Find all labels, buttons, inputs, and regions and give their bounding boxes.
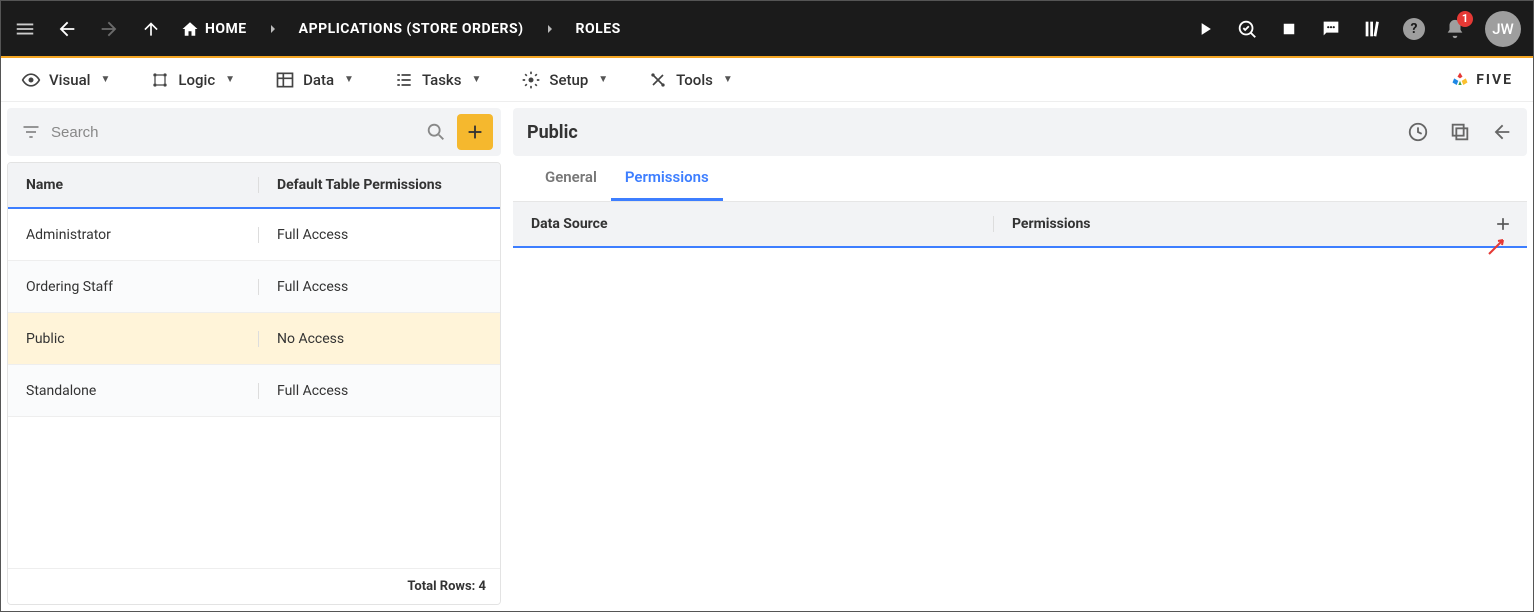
library-icon[interactable]	[1361, 17, 1385, 41]
grid-col-perm[interactable]: Default Table Permissions	[258, 177, 500, 193]
menu-tasks[interactable]: Tasks▼	[394, 70, 481, 90]
breadcrumb-roles[interactable]: ROLES	[576, 21, 621, 37]
menu-tools[interactable]: Tools▼	[648, 70, 733, 90]
grid-col-name[interactable]: Name	[8, 177, 258, 193]
menu-tools-label: Tools	[676, 71, 713, 89]
grid-body: AdministratorFull AccessOrdering StaffFu…	[8, 209, 500, 568]
row-name: Ordering Staff	[8, 279, 258, 295]
help-icon[interactable]: ?	[1403, 18, 1425, 40]
perm-col-datasource[interactable]: Data Source	[513, 216, 993, 232]
left-pane: Name Default Table Permissions Administr…	[1, 102, 507, 611]
grid-row[interactable]: PublicNo Access	[8, 313, 500, 365]
search-icon[interactable]	[425, 121, 447, 143]
perm-col-permissions[interactable]: Permissions	[993, 216, 1527, 232]
breadcrumb-roles-label: ROLES	[576, 21, 621, 37]
brand-label: FIVE	[1476, 72, 1513, 88]
permissions-header: Data Source Permissions	[513, 202, 1527, 248]
back-icon[interactable]	[55, 17, 79, 41]
detail-title: Public	[527, 122, 1393, 143]
detail-tabs: General Permissions	[513, 156, 1527, 202]
tab-permissions[interactable]: Permissions	[611, 156, 723, 201]
stop-icon[interactable]	[1277, 17, 1301, 41]
chevron-right-icon	[265, 21, 281, 37]
row-name: Public	[8, 331, 258, 347]
row-perm: Full Access	[258, 227, 500, 243]
right-pane: Public General Permissions Data Source P…	[507, 102, 1533, 611]
row-perm: Full Access	[258, 279, 500, 295]
menu-logic[interactable]: Logic▼	[150, 70, 235, 90]
breadcrumb: HOME APPLICATIONS (STORE ORDERS) ROLES	[181, 20, 621, 38]
grid-row[interactable]: Ordering StaffFull Access	[8, 261, 500, 313]
menu-logic-label: Logic	[178, 71, 215, 89]
menu-setup[interactable]: Setup▼	[521, 70, 608, 90]
main-split: Name Default Table Permissions Administr…	[1, 102, 1533, 611]
grid-row[interactable]: StandaloneFull Access	[8, 365, 500, 417]
brand-logo: FIVE	[1450, 70, 1513, 90]
notifications-icon[interactable]: 1	[1443, 17, 1467, 41]
search-input[interactable]	[51, 124, 415, 141]
row-perm: Full Access	[258, 383, 500, 399]
menu-data-label: Data	[303, 71, 334, 89]
menu-tasks-label: Tasks	[422, 71, 462, 89]
filter-icon[interactable]	[21, 122, 41, 142]
add-permission-button[interactable]	[1493, 214, 1513, 234]
grid-row[interactable]: AdministratorFull Access	[8, 209, 500, 261]
avatar[interactable]: JW	[1485, 11, 1521, 47]
breadcrumb-app[interactable]: APPLICATIONS (STORE ORDERS)	[299, 21, 524, 37]
back-arrow-icon[interactable]	[1491, 121, 1513, 143]
chevron-right-icon	[542, 21, 558, 37]
breadcrumb-home-label: HOME	[205, 21, 247, 37]
menubar: Visual▼ Logic▼ Data▼ Tasks▼ Setup▼ Tools…	[1, 58, 1533, 102]
grid-header: Name Default Table Permissions	[8, 163, 500, 209]
history-icon[interactable]	[1407, 121, 1429, 143]
row-perm: No Access	[258, 331, 500, 347]
detail-header: Public	[513, 108, 1527, 156]
menu-data[interactable]: Data▼	[275, 70, 354, 90]
copy-icon[interactable]	[1449, 121, 1471, 143]
breadcrumb-home[interactable]: HOME	[181, 20, 247, 38]
up-icon[interactable]	[139, 17, 163, 41]
search-row	[7, 108, 501, 156]
forward-icon	[97, 17, 121, 41]
hamburger-icon[interactable]	[13, 17, 37, 41]
inspect-icon[interactable]	[1235, 17, 1259, 41]
add-button[interactable]	[457, 114, 493, 150]
menu-visual[interactable]: Visual▼	[21, 70, 110, 90]
grid-footer: Total Rows: 4	[8, 568, 500, 604]
menu-setup-label: Setup	[549, 71, 588, 89]
breadcrumb-app-label: APPLICATIONS (STORE ORDERS)	[299, 21, 524, 37]
tab-general[interactable]: General	[531, 156, 611, 201]
row-name: Administrator	[8, 227, 258, 243]
roles-grid: Name Default Table Permissions Administr…	[7, 162, 501, 605]
red-arrow-annotation	[1485, 234, 1509, 258]
topbar: HOME APPLICATIONS (STORE ORDERS) ROLES ?…	[1, 1, 1533, 56]
menu-visual-label: Visual	[49, 71, 90, 89]
chat-icon[interactable]	[1319, 17, 1343, 41]
play-icon[interactable]	[1193, 17, 1217, 41]
notification-badge: 1	[1457, 11, 1473, 27]
row-name: Standalone	[8, 383, 258, 399]
